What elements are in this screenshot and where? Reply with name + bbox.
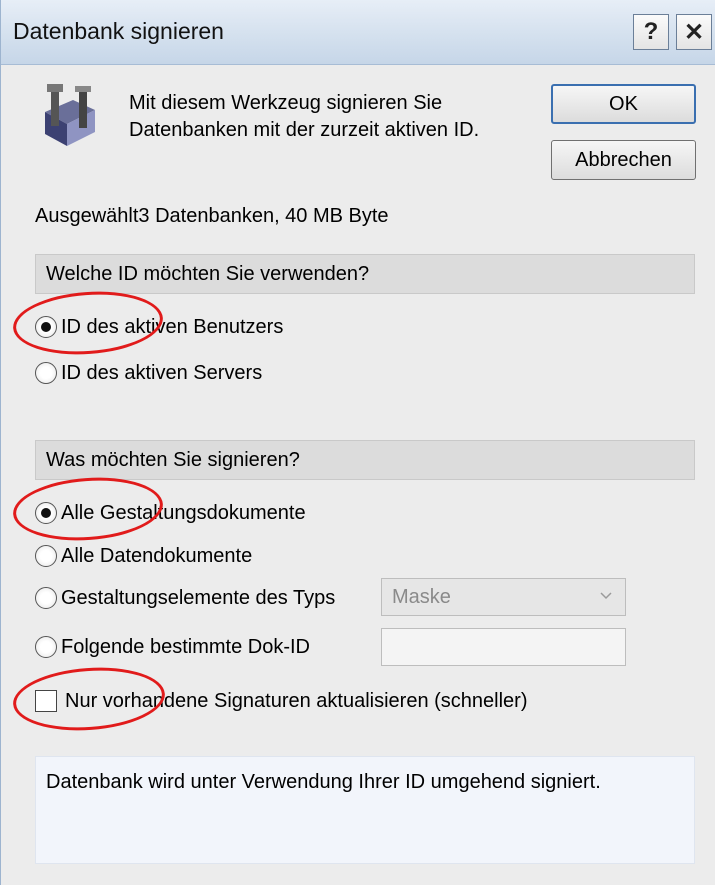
doc-id-input[interactable] xyxy=(381,628,626,666)
radio-label: ID des aktiven Benutzers xyxy=(61,315,284,338)
database-tool-icon xyxy=(45,84,95,146)
radio-checked-icon[interactable] xyxy=(35,502,57,524)
radio-label: Folgende bestimmte Dok-ID xyxy=(61,635,310,658)
selection-info: Ausgewählt3 Datenbanken, 40 MB Byte xyxy=(35,205,389,227)
title-bar: Datenbank signieren ? ✕ xyxy=(1,0,715,65)
sign-database-dialog: Datenbank signieren ? ✕ Mit diesem Werkz… xyxy=(0,0,715,885)
element-type-value: Maske xyxy=(392,586,451,608)
cancel-button[interactable]: Abbrechen xyxy=(551,140,696,180)
update-only-checkbox-row[interactable]: Nur vorhandene Signaturen aktualisieren … xyxy=(35,686,527,716)
update-only-checkbox[interactable] xyxy=(35,690,57,712)
sign-section-header: Was möchten Sie signieren? xyxy=(35,440,695,480)
radio-label: Alle Datendokumente xyxy=(61,544,253,567)
help-icon: ? xyxy=(643,18,659,45)
radio-label: Gestaltungselemente des Typs xyxy=(61,586,336,609)
info-text: Datenbank wird unter Verwendung Ihrer ID… xyxy=(46,771,601,793)
intro-text: Mit diesem Werkzeug signieren Sie Datenb… xyxy=(129,92,480,141)
radio-active-server-id[interactable]: ID des aktiven Servers xyxy=(35,358,262,388)
chevron-down-icon xyxy=(600,592,612,600)
info-box: Datenbank wird unter Verwendung Ihrer ID… xyxy=(35,756,695,864)
close-button[interactable]: ✕ xyxy=(676,14,712,50)
help-button[interactable]: ? xyxy=(633,14,669,50)
checkbox-label: Nur vorhandene Signaturen aktualisieren … xyxy=(65,689,528,712)
id-section-header: Welche ID möchten Sie verwenden? xyxy=(35,254,695,294)
window-title: Datenbank signieren xyxy=(13,18,224,44)
ok-button[interactable]: OK xyxy=(551,84,696,124)
radio-label: Alle Gestaltungsdokumente xyxy=(61,501,306,524)
radio-design-elements-of-type[interactable]: Gestaltungselemente des Typs xyxy=(35,583,335,613)
radio-all-data-documents[interactable]: Alle Datendokumente xyxy=(35,541,252,571)
radio-all-design-documents[interactable]: Alle Gestaltungsdokumente xyxy=(35,498,306,528)
radio-unchecked-icon[interactable] xyxy=(35,545,57,567)
radio-label: ID des aktiven Servers xyxy=(61,361,263,384)
radio-specific-doc-id[interactable]: Folgende bestimmte Dok-ID xyxy=(35,632,310,662)
radio-active-user-id[interactable]: ID des aktiven Benutzers xyxy=(35,312,283,342)
radio-unchecked-icon[interactable] xyxy=(35,636,57,658)
element-type-select[interactable]: Maske xyxy=(381,578,626,616)
radio-unchecked-icon[interactable] xyxy=(35,362,57,384)
radio-checked-icon[interactable] xyxy=(35,316,57,338)
radio-unchecked-icon[interactable] xyxy=(35,587,57,609)
close-icon: ✕ xyxy=(683,18,705,46)
